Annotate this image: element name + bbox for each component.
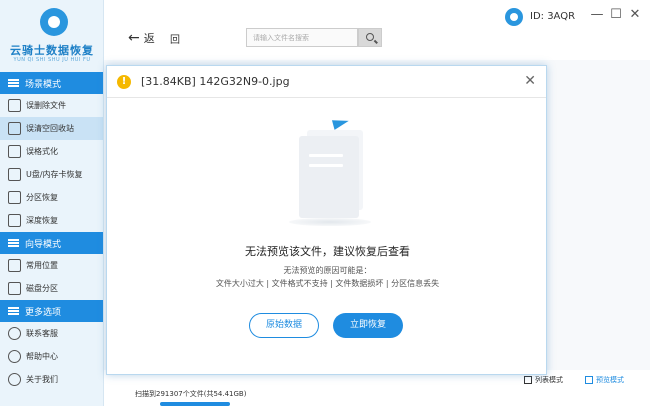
close-icon[interactable]: ✕ bbox=[524, 73, 536, 89]
dialog-header: ! [31.84KB] 142G32N9-0.jpg bbox=[107, 66, 546, 98]
app-logo: 云骑士数据恢复 YUN QI SHI SHU JU HUI FU bbox=[0, 0, 103, 72]
preview-dialog: ! [31.84KB] 142G32N9-0.jpg ✕ 无法预览该文件，建议恢… bbox=[106, 65, 547, 375]
sidebar-item-about-us[interactable]: 关于我们 bbox=[0, 368, 103, 391]
section-label: 向导模式 bbox=[25, 239, 62, 250]
reason-title: 无法预览的原因可能是： bbox=[283, 266, 372, 275]
illustration-shadow bbox=[289, 218, 371, 226]
reason-list: 文件大小过大 | 文件格式不支持 | 文件数据损坏 | 分区信息丢失 bbox=[215, 279, 440, 288]
support-icon bbox=[8, 327, 21, 340]
sidebar-item-help-center[interactable]: 帮助中心 bbox=[0, 345, 103, 368]
section-more-options[interactable]: 更多选项 bbox=[0, 300, 103, 322]
dialog-title: [31.84KB] 142G32N9-0.jpg bbox=[141, 75, 290, 88]
logo-title: 云骑士数据恢复 bbox=[10, 44, 94, 57]
search-icon bbox=[366, 33, 374, 41]
deep-scan-icon bbox=[8, 214, 21, 227]
sidebar-item-format[interactable]: 误格式化 bbox=[0, 140, 103, 163]
document-icon bbox=[299, 136, 359, 218]
search-input[interactable]: 请输入文件名搜索 bbox=[246, 28, 358, 47]
format-icon bbox=[8, 145, 21, 158]
back-label: 返 bbox=[143, 32, 155, 45]
recycle-bin-icon bbox=[8, 122, 21, 135]
sidebar-item-label: 深度恢复 bbox=[26, 216, 58, 225]
scan-status: 扫描到291307个文件(共54.41GB) bbox=[135, 390, 247, 398]
menu-icon bbox=[8, 239, 19, 247]
section-wizard-mode[interactable]: 向导模式 bbox=[0, 232, 103, 254]
sidebar-item-deep-recovery[interactable]: 深度恢复 bbox=[0, 209, 103, 232]
minimize-button[interactable]: — bbox=[590, 8, 604, 22]
help-icon bbox=[8, 350, 21, 363]
disk-icon bbox=[8, 282, 21, 295]
user-id: ID: 3AQR bbox=[530, 11, 576, 22]
logo-icon bbox=[40, 8, 68, 36]
sidebar-item-label: 常用位置 bbox=[26, 261, 58, 270]
file-icon bbox=[8, 99, 21, 112]
grid-icon bbox=[585, 376, 593, 384]
info-icon bbox=[8, 373, 21, 386]
recover-bar[interactable] bbox=[160, 402, 230, 406]
section-label: 场景模式 bbox=[25, 79, 62, 90]
list-icon bbox=[524, 376, 532, 384]
sidebar-item-label: 误格式化 bbox=[26, 147, 58, 156]
logo-subtitle: YUN QI SHI SHU JU HUI FU bbox=[13, 57, 91, 63]
section-scene-mode[interactable]: 场景模式 bbox=[0, 72, 103, 94]
sidebar-item-partition[interactable]: 分区恢复 bbox=[0, 186, 103, 209]
sidebar: 云骑士数据恢复 YUN QI SHI SHU JU HUI FU 场景模式 误删… bbox=[0, 0, 104, 406]
home-button[interactable]: 回 bbox=[170, 31, 180, 46]
sidebar-item-contact-support[interactable]: 联系客服 bbox=[0, 322, 103, 345]
document-illustration bbox=[289, 116, 379, 228]
partition-icon bbox=[8, 191, 21, 204]
sidebar-item-label: 关于我们 bbox=[26, 375, 58, 384]
menu-icon bbox=[8, 79, 19, 87]
warning-icon: ! bbox=[117, 74, 131, 89]
dialog-message: 无法预览该文件，建议恢复后查看 bbox=[245, 245, 410, 258]
list-view-label: 列表模式 bbox=[535, 376, 563, 384]
sidebar-item-label: 误清空回收站 bbox=[26, 124, 74, 133]
preview-view-button[interactable]: 预览模式 bbox=[585, 375, 624, 385]
sidebar-item-usb-card[interactable]: U盘/内存卡恢复 bbox=[0, 163, 103, 186]
document-line bbox=[309, 164, 343, 167]
sidebar-item-disk-partition[interactable]: 磁盘分区 bbox=[0, 277, 103, 300]
user-avatar-icon[interactable] bbox=[505, 8, 523, 26]
preview-view-label: 预览模式 bbox=[596, 376, 624, 384]
maximize-button[interactable]: ☐ bbox=[609, 8, 623, 22]
sidebar-item-label: 联系客服 bbox=[26, 329, 58, 338]
raw-data-button[interactable]: 原始数据 bbox=[249, 313, 319, 338]
menu-icon bbox=[8, 307, 19, 315]
search-button[interactable] bbox=[358, 28, 382, 47]
section-label: 更多选项 bbox=[25, 307, 62, 318]
usb-icon bbox=[8, 168, 21, 181]
sidebar-item-label: 帮助中心 bbox=[26, 352, 58, 361]
sidebar-item-deleted-files[interactable]: 误删除文件 bbox=[0, 94, 103, 117]
window-close-button[interactable]: ✕ bbox=[628, 8, 642, 22]
sidebar-item-label: U盘/内存卡恢复 bbox=[26, 170, 83, 179]
list-view-button[interactable]: 列表模式 bbox=[524, 375, 563, 385]
location-icon bbox=[8, 259, 21, 272]
recover-now-button[interactable]: 立即恢复 bbox=[333, 313, 403, 338]
sidebar-item-recycle-bin[interactable]: 误清空回收站 bbox=[0, 117, 103, 140]
sidebar-item-label: 分区恢复 bbox=[26, 193, 58, 202]
paper-plane-icon bbox=[331, 116, 351, 130]
sidebar-item-common-locations[interactable]: 常用位置 bbox=[0, 254, 103, 277]
sidebar-item-label: 误删除文件 bbox=[26, 101, 66, 110]
arrow-left-icon: ← bbox=[128, 30, 140, 46]
back-button[interactable]: ← 返 bbox=[128, 30, 155, 46]
sidebar-item-label: 磁盘分区 bbox=[26, 284, 58, 293]
document-line bbox=[309, 154, 343, 157]
